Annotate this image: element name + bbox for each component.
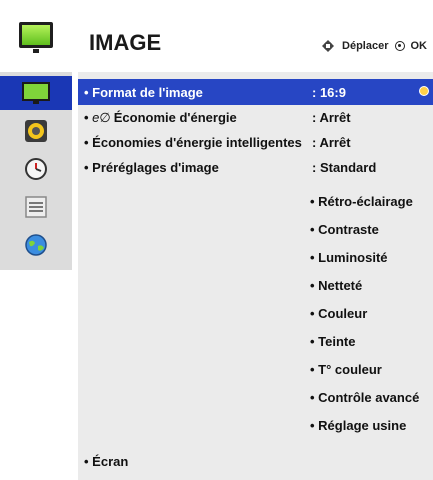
eco-icon: e∅ [92, 110, 111, 125]
submenu-item-advanced-control[interactable]: • Contrôle avancé [310, 390, 419, 405]
menu-item-label: • e∅ Économie d'énergie [84, 110, 237, 125]
header-bar: IMAGE Déplacer OK [0, 0, 433, 66]
menu-item-value: : 16:9 [312, 85, 346, 100]
globe-network-icon [25, 234, 47, 256]
speaker-icon [25, 120, 47, 142]
menu-item-value: : Standard [312, 160, 377, 175]
menu-item-label: • Économies d'énergie intelligentes [84, 135, 302, 150]
tv-icon [19, 22, 53, 53]
hint-ok-label: OK [410, 40, 428, 52]
category-sidebar [0, 72, 72, 270]
navigation-hint: Déplacer OK [320, 38, 427, 54]
menu-item-value: : Arrêt [312, 135, 351, 150]
tv-icon [22, 82, 50, 104]
header-icon-box [0, 0, 72, 66]
menu-item-label: • Préréglages d'image [84, 160, 219, 175]
menu-item-energy-saving[interactable]: • e∅ Économie d'énergie : Arrêt [78, 104, 433, 130]
submenu-item-contrast[interactable]: • Contraste [310, 222, 379, 237]
options-icon [25, 196, 47, 218]
submenu-item-tint[interactable]: • Teinte [310, 334, 355, 349]
sidebar-item-network[interactable] [0, 228, 72, 262]
menu-item-label: • Format de l'image [84, 85, 203, 100]
menu-item-smart-energy-saving[interactable]: • Économies d'énergie intelligentes : Ar… [78, 129, 433, 155]
page-title: IMAGE [89, 30, 162, 55]
submenu-item-sharpness[interactable]: • Netteté [310, 278, 362, 293]
dpad-icon [320, 38, 336, 54]
sidebar-item-time[interactable] [0, 152, 72, 186]
menu-item-screen[interactable]: • Écran [78, 448, 433, 474]
submenu-item-color[interactable]: • Couleur [310, 306, 367, 321]
sidebar-item-picture[interactable] [0, 76, 72, 110]
submenu-item-color-temperature[interactable]: • T° couleur [310, 362, 382, 377]
sidebar-item-audio[interactable] [0, 114, 72, 148]
ok-button-icon [394, 41, 405, 51]
menu-item-value: : Arrêt [312, 110, 351, 125]
hint-move-label: Déplacer [342, 40, 389, 52]
menu-item-picture-mode[interactable]: • Préréglages d'image : Standard [78, 154, 433, 180]
clock-icon [25, 158, 47, 180]
indicator-icon [419, 86, 429, 96]
menu-item-aspect-ratio[interactable]: • Format de l'image : 16:9 [78, 79, 433, 105]
submenu-item-backlight[interactable]: • Rétro-éclairage [310, 194, 413, 209]
submenu-item-picture-reset[interactable]: • Réglage usine [310, 418, 406, 433]
menu-item-label: • Écran [84, 454, 129, 469]
picture-menu-list: • Format de l'image : 16:9 • e∅ Économie … [78, 72, 433, 480]
sidebar-item-options[interactable] [0, 190, 72, 224]
submenu-item-brightness[interactable]: • Luminosité [310, 250, 388, 265]
